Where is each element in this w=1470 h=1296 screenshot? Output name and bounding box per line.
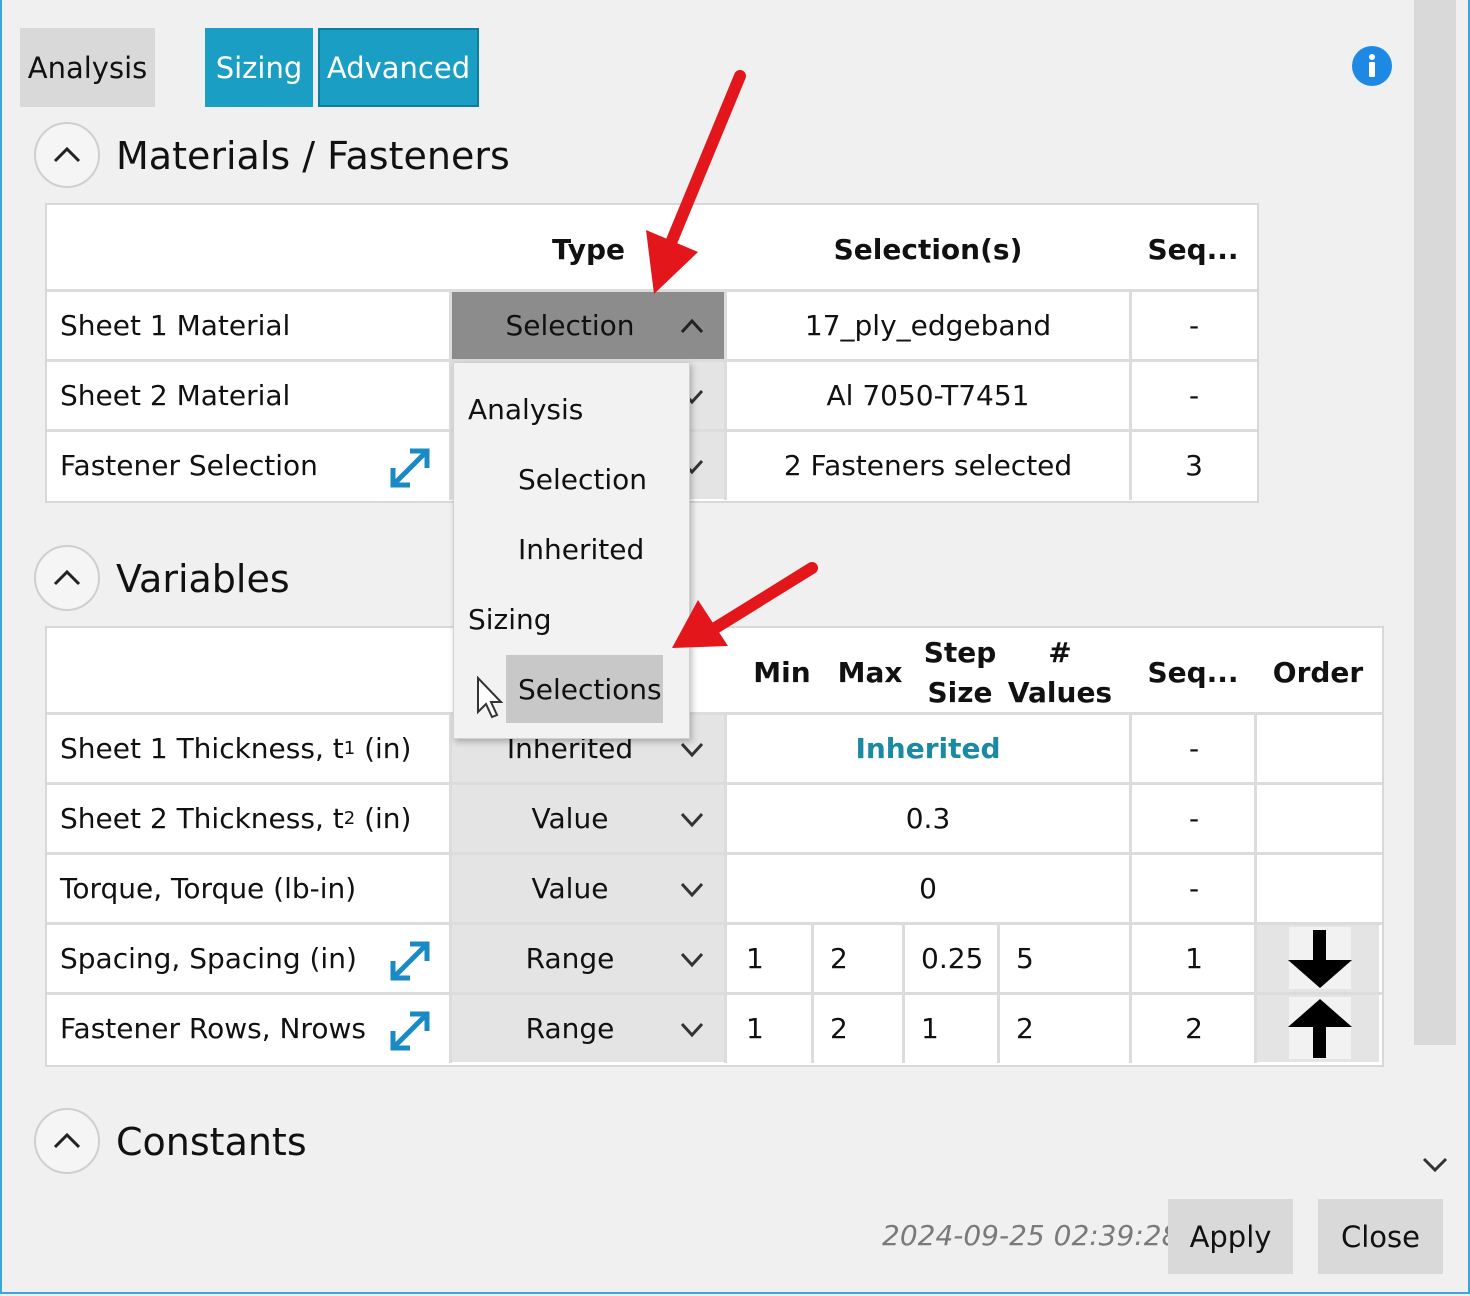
vertical-scrollbar[interactable] xyxy=(1414,0,1456,1045)
dropdown-value: Value xyxy=(531,872,609,905)
menu-item-inherited[interactable]: Inherited xyxy=(518,533,644,566)
close-button[interactable]: Close xyxy=(1318,1199,1443,1274)
subscript: 1 xyxy=(343,738,356,759)
expand-icon[interactable] xyxy=(388,446,432,490)
up-arrow-icon xyxy=(1288,997,1352,1059)
inherited-value: Inherited xyxy=(855,732,1001,765)
selection-cell[interactable]: 2 Fasteners selected xyxy=(727,432,1129,499)
seq-cell: 2 xyxy=(1185,1012,1203,1045)
divider xyxy=(997,925,1000,1063)
seq-cell: - xyxy=(1188,872,1200,905)
type-dropdown-sheet1-material[interactable]: Selection xyxy=(452,292,724,359)
mouse-cursor-icon xyxy=(476,675,504,720)
chevron-down-icon xyxy=(680,742,704,757)
menu-item-selections[interactable]: Selections xyxy=(518,673,662,706)
chevron-down-icon xyxy=(680,1022,704,1037)
min-input[interactable]: 1 xyxy=(746,925,808,992)
num-values-input[interactable]: 2 xyxy=(1016,995,1126,1062)
info-icon[interactable] xyxy=(1351,45,1393,87)
materials-section-title: Materials / Fasteners xyxy=(116,134,510,178)
label-text: Sheet 1 Thickness, t xyxy=(60,732,344,765)
variables-section-title: Variables xyxy=(116,557,290,601)
dropdown-value: Range xyxy=(525,1012,615,1045)
max-input[interactable]: 2 xyxy=(830,925,900,992)
variables-header-step: Step Size xyxy=(923,636,997,709)
last-saved-timestamp: 2024-09-25 02:39:28 xyxy=(882,1219,1180,1252)
dropdown-value: Range xyxy=(525,942,615,975)
annotation-arrow-icon xyxy=(668,560,820,656)
unit: (in) xyxy=(355,802,412,835)
seq-cell: 3 xyxy=(1185,449,1203,482)
num-values-input[interactable]: 5 xyxy=(1016,925,1126,992)
seq-cell: - xyxy=(1188,379,1200,412)
expand-icon[interactable] xyxy=(388,1009,432,1053)
divider xyxy=(902,925,905,1063)
chevron-up-icon xyxy=(680,318,704,333)
value-input[interactable]: 0 xyxy=(727,855,1129,922)
min-input[interactable]: 1 xyxy=(746,995,808,1062)
chevron-down-icon xyxy=(680,882,704,897)
menu-item-selection[interactable]: Selection xyxy=(518,463,647,496)
row-label-sheet1-thickness: Sheet 1 Thickness, t1 (in) xyxy=(47,715,449,782)
type-dropdown-torque[interactable]: Value xyxy=(452,855,724,922)
constants-section-title: Constants xyxy=(116,1120,307,1164)
subscript: 2 xyxy=(343,808,356,829)
menu-group-analysis: Analysis xyxy=(468,393,584,426)
unit: (in) xyxy=(355,732,412,765)
row-label-sheet2-material: Sheet 2 Material xyxy=(60,379,291,412)
divider xyxy=(811,925,814,1063)
type-dropdown-spacing[interactable]: Range xyxy=(452,925,724,992)
variables-header-seq: Seq... xyxy=(1147,656,1239,689)
row-label-torque: Torque, Torque (lb-in) xyxy=(60,872,357,905)
dropdown-value: Selection xyxy=(505,309,635,342)
apply-button[interactable]: Apply xyxy=(1168,1199,1293,1274)
collapse-constants-button[interactable] xyxy=(34,1108,100,1174)
materials-header-seq: Seq... xyxy=(1147,233,1239,266)
collapse-variables-button[interactable] xyxy=(34,545,100,611)
type-dropdown-fastener-rows[interactable]: Range xyxy=(452,995,724,1062)
max-input[interactable]: 2 xyxy=(830,995,900,1062)
chevron-up-icon xyxy=(53,146,81,163)
seq-cell: - xyxy=(1188,309,1200,342)
selection-cell[interactable]: Al 7050-T7451 xyxy=(727,362,1129,429)
menu-group-sizing: Sizing xyxy=(468,603,552,636)
seq-cell: - xyxy=(1188,802,1200,835)
tab-sizing[interactable]: Sizing xyxy=(205,28,313,107)
row-label-sheet2-thickness: Sheet 2 Thickness, t2 (in) xyxy=(47,785,449,852)
chevron-down-icon xyxy=(680,812,704,827)
down-arrow-icon xyxy=(1288,927,1352,989)
step-input[interactable]: 1 xyxy=(921,995,995,1062)
label-text: Sheet 2 Thickness, t xyxy=(60,802,344,835)
chevron-down-icon xyxy=(680,952,704,967)
dropdown-value: Value xyxy=(531,802,609,835)
type-dropdown-sheet2-thickness[interactable]: Value xyxy=(452,785,724,852)
materials-header-selections: Selection(s) xyxy=(833,233,1023,266)
seq-cell: - xyxy=(1188,732,1200,765)
selection-cell[interactable]: 17_ply_edgeband xyxy=(727,292,1129,359)
value-input[interactable]: 0.3 xyxy=(727,785,1129,852)
tab-analysis[interactable]: Analysis xyxy=(20,28,155,107)
expand-icon[interactable] xyxy=(388,939,432,983)
chevron-up-icon xyxy=(53,1132,81,1149)
variables-header-values: # Values xyxy=(1007,636,1113,709)
scroll-down-icon[interactable] xyxy=(1421,1148,1449,1173)
annotation-arrow-icon xyxy=(640,70,752,302)
variables-header-order: Order xyxy=(1272,656,1364,689)
row-label-sheet1-material: Sheet 1 Material xyxy=(60,309,291,342)
seq-cell: 1 xyxy=(1185,942,1203,975)
order-up-button[interactable] xyxy=(1257,995,1379,1062)
chevron-up-icon xyxy=(53,569,81,586)
variables-header-max: Max xyxy=(837,656,903,689)
collapse-materials-button[interactable] xyxy=(34,122,100,188)
tab-advanced[interactable]: Advanced xyxy=(318,28,479,107)
step-input[interactable]: 0.25 xyxy=(921,925,995,992)
order-down-button[interactable] xyxy=(1257,925,1379,992)
